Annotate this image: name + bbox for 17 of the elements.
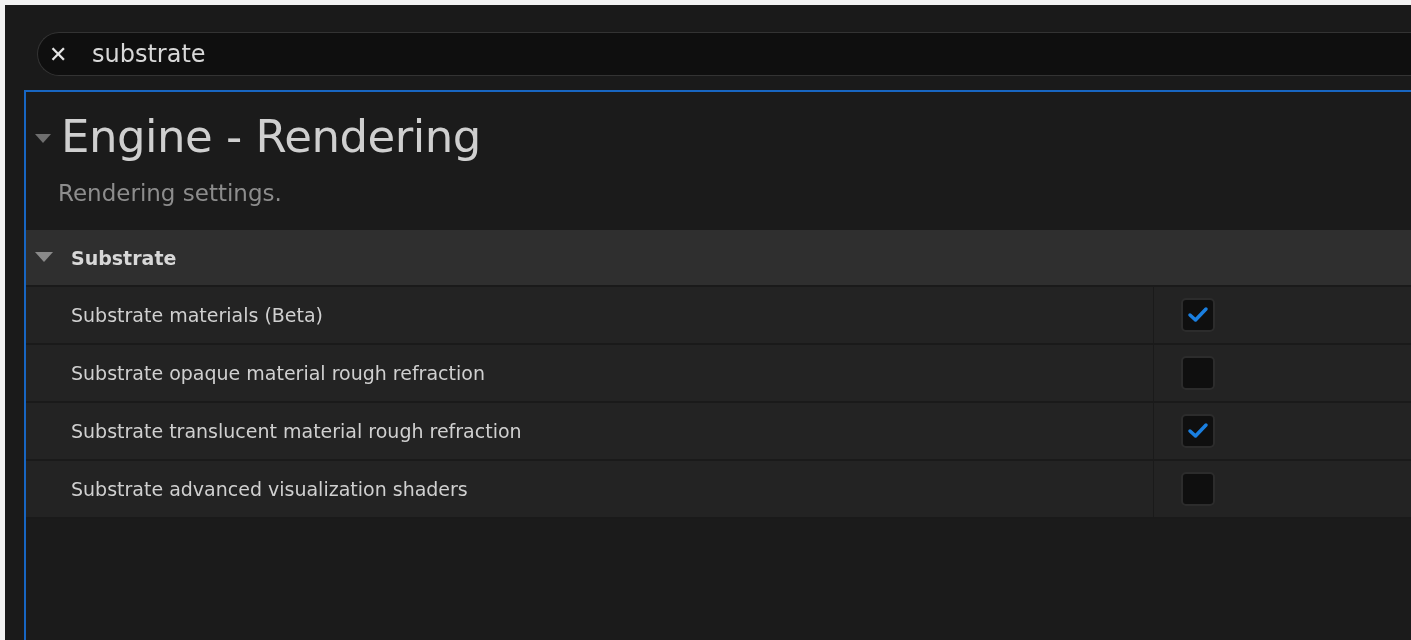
- section-title: Engine - Rendering: [61, 109, 481, 163]
- check-icon: [1187, 422, 1209, 440]
- checkbox[interactable]: [1181, 298, 1215, 332]
- checkbox[interactable]: [1181, 414, 1215, 448]
- checkbox[interactable]: [1181, 356, 1215, 390]
- checkbox[interactable]: [1181, 472, 1215, 506]
- setting-label: Substrate materials (Beta): [71, 304, 324, 326]
- category-header[interactable]: Substrate: [26, 230, 1411, 287]
- setting-label: Substrate advanced visualization shaders: [71, 478, 468, 500]
- setting-label: Substrate opaque material rough refraction: [71, 362, 485, 384]
- setting-label: Substrate translucent material rough refraction: [71, 420, 522, 442]
- category-title: Substrate: [71, 246, 177, 269]
- expand-arrow-icon[interactable]: [35, 134, 51, 144]
- check-icon: [1187, 306, 1209, 324]
- clear-button[interactable]: ✕: [45, 40, 72, 68]
- section-description: Rendering settings.: [57, 180, 283, 208]
- expand-arrow-icon[interactable]: [35, 252, 53, 263]
